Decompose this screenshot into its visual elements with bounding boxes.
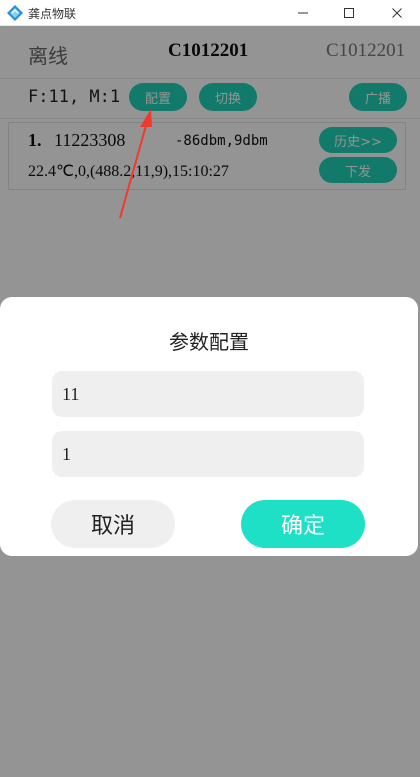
close-icon — [392, 8, 402, 18]
param-config-dialog: 参数配置 取消 确定 — [0, 297, 418, 556]
minimize-icon — [298, 12, 308, 14]
f-value-input[interactable] — [52, 371, 364, 417]
dialog-title: 参数配置 — [169, 330, 249, 354]
minimize-button[interactable] — [280, 0, 326, 26]
cancel-button[interactable]: 取消 — [51, 500, 175, 548]
window-titlebar: 龚点物联 — [0, 0, 420, 26]
m-value-input[interactable] — [52, 431, 364, 477]
maximize-button[interactable] — [326, 0, 372, 26]
confirm-button[interactable]: 确定 — [241, 500, 365, 548]
window-title: 龚点物联 — [28, 7, 77, 21]
app-logo-icon — [7, 5, 23, 21]
maximize-icon — [344, 8, 354, 18]
close-button[interactable] — [374, 0, 420, 26]
